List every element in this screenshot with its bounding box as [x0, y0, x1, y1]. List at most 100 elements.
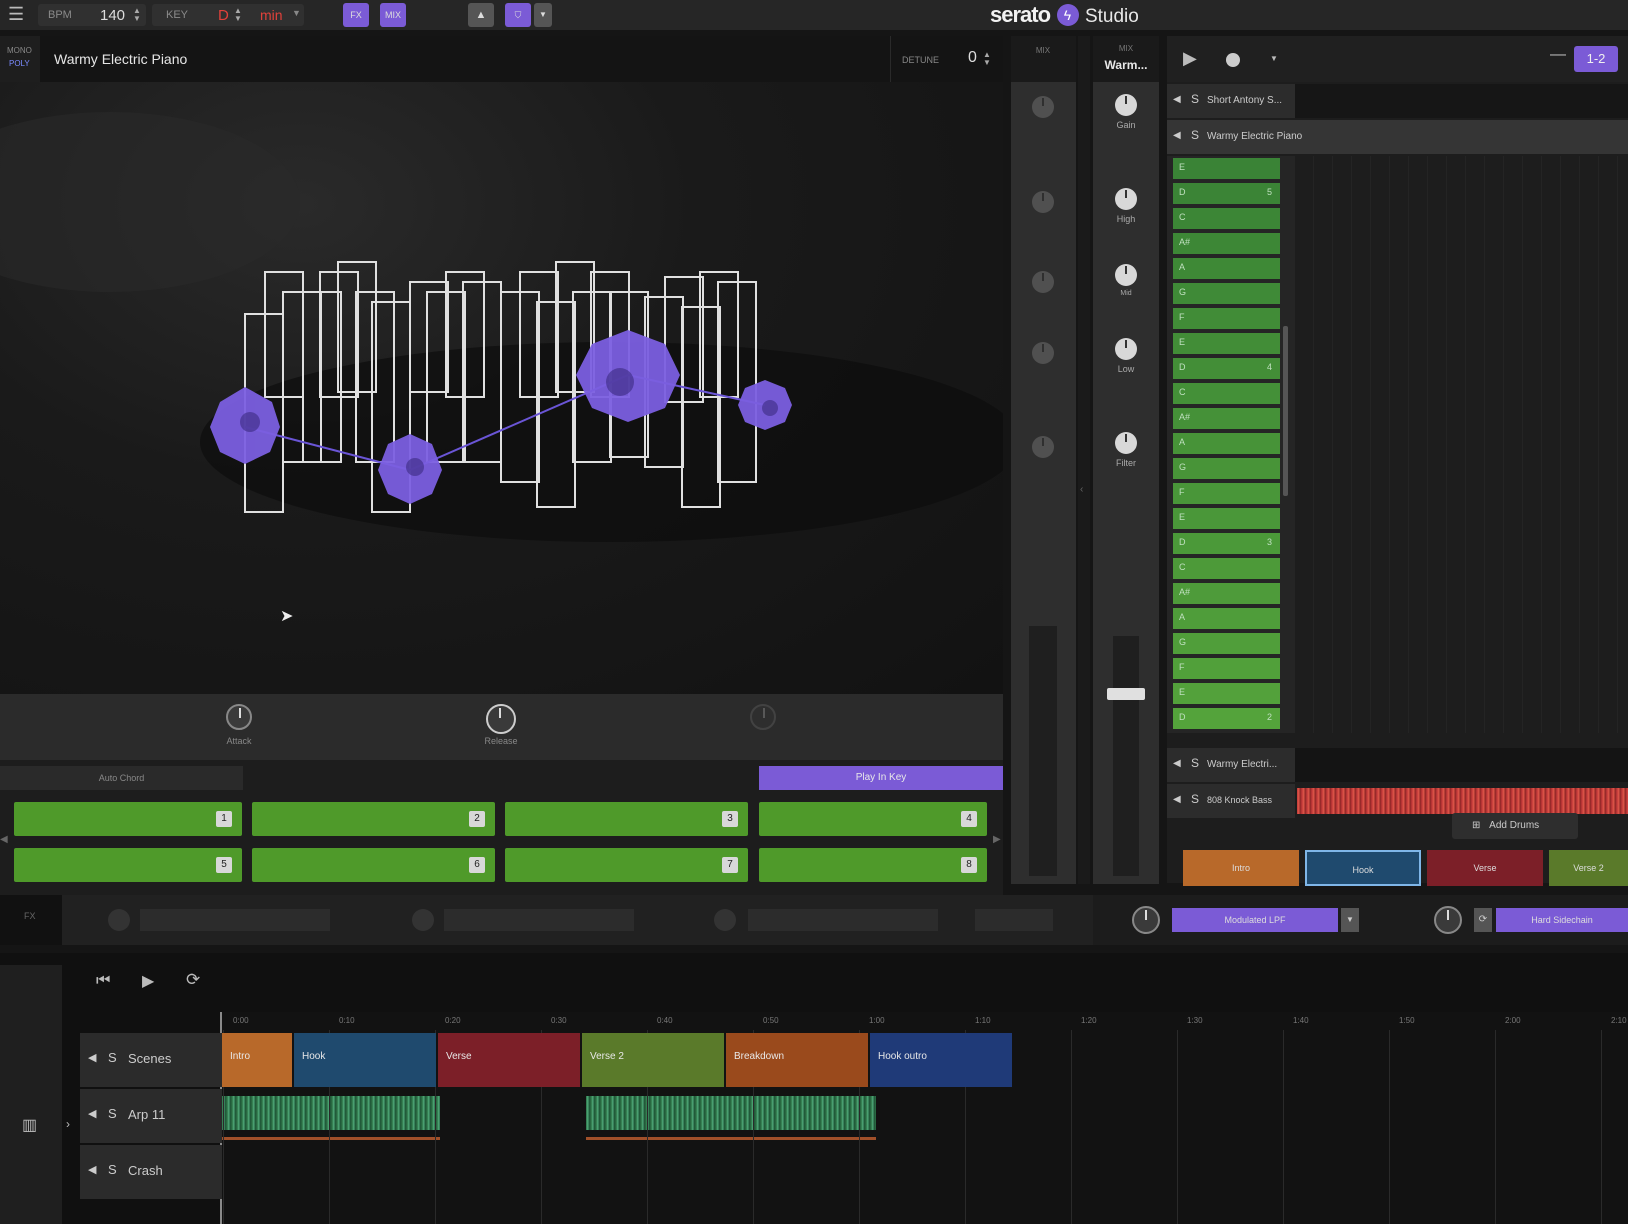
audio-clip[interactable] — [586, 1096, 876, 1130]
minus-icon[interactable]: — — [1550, 46, 1566, 64]
chord-pad[interactable]: 8 — [759, 848, 987, 882]
arrange-track-header[interactable]: ◀ S Arp 11 — [80, 1089, 222, 1143]
low-eq-knob[interactable] — [1115, 338, 1137, 360]
piano-key[interactable]: A# — [1173, 408, 1280, 429]
chord-pad[interactable]: 7 — [505, 848, 748, 882]
chevron-down-icon[interactable]: ▼ — [292, 8, 301, 18]
solo-button[interactable]: S — [108, 1162, 117, 1177]
scene-block[interactable]: Hook — [294, 1033, 436, 1087]
piano-key[interactable]: G — [1173, 633, 1280, 654]
track-header[interactable]: ◀ S Short Antony S... — [1167, 84, 1295, 118]
auto-chord-button[interactable]: Auto Chord — [0, 766, 243, 790]
piano-key[interactable]: A# — [1173, 583, 1280, 604]
track-header[interactable]: ◀ S Warmy Electric Piano — [1167, 120, 1628, 154]
attack-knob[interactable] — [226, 704, 252, 730]
chord-pad[interactable]: 3 — [505, 802, 748, 836]
metronome-icon[interactable]: ▲ — [468, 3, 494, 27]
mono-label[interactable]: MONO — [7, 46, 40, 55]
piano-key[interactable]: E — [1173, 683, 1280, 704]
track-lane[interactable] — [1295, 748, 1628, 782]
instrument-name[interactable]: Warmy Electric Piano — [54, 51, 187, 67]
volume-fader[interactable] — [1107, 688, 1145, 700]
scene-button[interactable]: Verse — [1427, 850, 1543, 886]
fx-slot-empty[interactable] — [444, 909, 634, 931]
track-header[interactable]: ◀ S 808 Knock Bass — [1167, 784, 1295, 818]
scene-button[interactable]: Intro — [1183, 850, 1299, 886]
skip-back-icon[interactable]: ⏮ — [96, 972, 110, 990]
loop-icon[interactable]: ⟳ — [186, 970, 200, 990]
play-in-key-button[interactable]: Play In Key — [759, 766, 1003, 790]
chord-pad[interactable]: 1 — [14, 802, 242, 836]
track-header[interactable]: ◀ S Warmy Electri... — [1167, 748, 1295, 782]
speaker-icon[interactable]: ◀ — [88, 1107, 96, 1120]
channel-select-button[interactable]: 1-2 — [1574, 46, 1618, 72]
record-icon[interactable] — [1226, 53, 1240, 67]
chevron-down-icon[interactable]: ▼ — [1341, 908, 1359, 932]
mono-poly-toggle[interactable]: MONO POLY — [0, 36, 40, 82]
panel-divider[interactable]: ‹ — [1078, 36, 1090, 884]
piano-key[interactable]: C — [1173, 208, 1280, 229]
chord-pad[interactable]: 2 — [252, 802, 495, 836]
piano-key[interactable]: F — [1173, 658, 1280, 679]
scrollbar[interactable] — [1283, 326, 1288, 496]
piano-key[interactable]: D4 — [1173, 358, 1280, 379]
bpm-stepper-icon[interactable]: ▲ ▼ — [133, 7, 141, 23]
speaker-icon[interactable]: ◀ — [1173, 130, 1181, 141]
mix-button[interactable]: MIX — [380, 3, 406, 27]
scene-button[interactable]: Hook — [1305, 850, 1421, 886]
key-mode[interactable]: min — [260, 7, 283, 23]
fx-slot-2[interactable]: Hard Sidechain — [1496, 908, 1628, 932]
chevron-left-icon[interactable]: ◀ — [0, 834, 8, 845]
add-drums-button[interactable]: ⊞ Add Drums — [1452, 813, 1578, 839]
scene-block[interactable]: Verse 2 — [582, 1033, 724, 1087]
bpm-control[interactable]: BPM 140 ▲ ▼ — [38, 4, 146, 26]
gain-knob[interactable] — [1115, 94, 1137, 116]
fx-slot-empty[interactable] — [748, 909, 938, 931]
detune-stepper-icon[interactable]: ▲ ▼ — [983, 51, 991, 67]
piano-key[interactable]: C — [1173, 383, 1280, 404]
fx-amount-knob[interactable] — [1434, 906, 1462, 934]
fx-slot-1[interactable]: Modulated LPF — [1172, 908, 1338, 932]
solo-button[interactable]: S — [1191, 756, 1199, 770]
solo-button[interactable]: S — [108, 1050, 117, 1065]
scene-button[interactable]: Verse 2 — [1549, 850, 1628, 886]
piano-key[interactable]: D5 — [1173, 183, 1280, 204]
speaker-icon[interactable]: ◀ — [1173, 758, 1181, 769]
piano-key[interactable]: D2 — [1173, 708, 1280, 729]
piano-key[interactable]: A — [1173, 608, 1280, 629]
chord-pad[interactable]: 4 — [759, 802, 987, 836]
chevron-left-icon[interactable]: ‹ — [1080, 484, 1083, 495]
solo-button[interactable]: S — [108, 1106, 117, 1121]
scene-block[interactable]: Hook outro — [870, 1033, 1012, 1087]
mid-eq-knob[interactable] — [1115, 264, 1137, 286]
fx-button[interactable]: FX — [343, 3, 369, 27]
chevron-down-icon[interactable]: ▼ — [534, 3, 552, 27]
detune-value[interactable]: 0 — [968, 49, 977, 67]
speaker-icon[interactable]: ◀ — [1173, 94, 1181, 105]
chevron-right-icon[interactable]: › — [66, 1117, 70, 1131]
key-value[interactable]: D — [218, 7, 229, 24]
bpm-value[interactable]: 140 — [100, 7, 125, 24]
piano-key[interactable]: A# — [1173, 233, 1280, 254]
fx-power-icon[interactable]: ⟳ — [1474, 908, 1492, 932]
track-lane[interactable] — [1295, 84, 1628, 118]
piano-key[interactable]: E — [1173, 508, 1280, 529]
audio-waveform[interactable] — [1297, 788, 1628, 814]
piano-key[interactable]: F — [1173, 308, 1280, 329]
chevron-down-icon[interactable]: ▼ — [1270, 54, 1278, 63]
arrange-track-header[interactable]: ◀ S Crash — [80, 1145, 222, 1199]
high-eq-knob[interactable] — [1115, 188, 1137, 210]
fx-slot-empty[interactable] — [140, 909, 330, 931]
key-control[interactable]: KEY D ▲ ▼ min ▼ — [152, 4, 304, 26]
play-icon[interactable]: ▶ — [142, 971, 154, 991]
piano-key[interactable]: A — [1173, 258, 1280, 279]
piano-key[interactable]: F — [1173, 483, 1280, 504]
piano-key[interactable]: G — [1173, 283, 1280, 304]
solo-button[interactable]: S — [1191, 792, 1199, 806]
audio-clip[interactable] — [222, 1096, 440, 1130]
filter-knob[interactable] — [1115, 432, 1137, 454]
poly-label[interactable]: POLY — [9, 59, 40, 68]
solo-button[interactable]: S — [1191, 92, 1199, 106]
piano-key[interactable]: C — [1173, 558, 1280, 579]
scene-block[interactable]: Verse — [438, 1033, 580, 1087]
